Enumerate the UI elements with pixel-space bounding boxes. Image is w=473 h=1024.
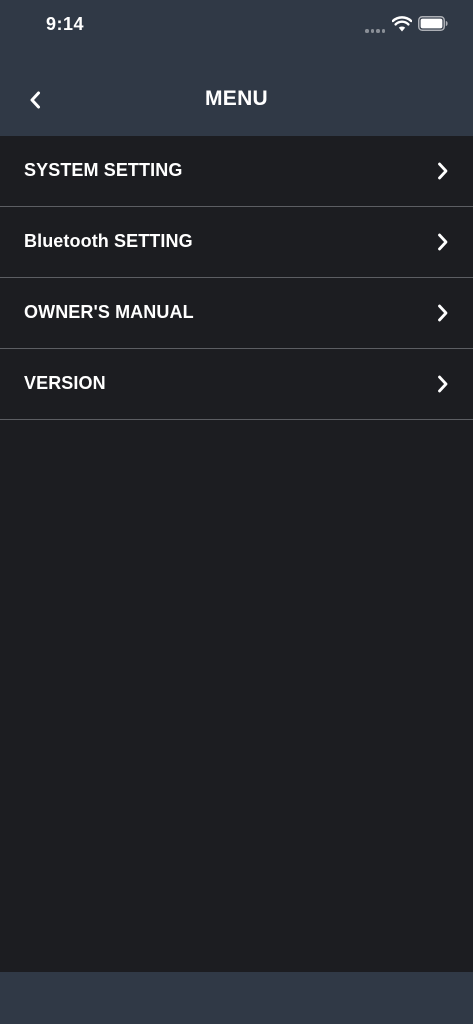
chevron-right-icon [438, 304, 448, 322]
navigation-bar: MENU [0, 70, 473, 130]
wifi-icon [392, 16, 412, 32]
status-time: 9:14 [46, 14, 85, 34]
signal-icon [365, 29, 385, 33]
battery-icon [418, 16, 448, 31]
chevron-right-icon [438, 162, 448, 180]
menu-item-label: SYSTEM SETTING [24, 160, 183, 180]
menu-item-label: OWNER'S MANUAL [24, 302, 194, 322]
menu-item-label: Bluetooth SETTING [24, 231, 193, 251]
menu-item-version[interactable]: VERSION [0, 349, 473, 420]
menu-item-system-setting[interactable]: SYSTEM SETTING [0, 136, 473, 207]
page-title: MENU [204, 87, 269, 110]
menu-item-bluetooth-setting[interactable]: Bluetooth SETTING [0, 207, 473, 278]
menu-item-label: VERSION [24, 373, 106, 393]
chevron-right-icon [438, 375, 448, 393]
chevron-right-icon [438, 233, 448, 251]
menu-item-owners-manual[interactable]: OWNER'S MANUAL [0, 278, 473, 349]
menu-list: SYSTEM SETTING Bluetooth SETTING OWNER'S… [0, 136, 473, 420]
status-bar: 9:14 [0, 0, 473, 50]
bottom-bar [0, 972, 473, 1024]
app-header: 9:14 MENU [0, 0, 473, 136]
